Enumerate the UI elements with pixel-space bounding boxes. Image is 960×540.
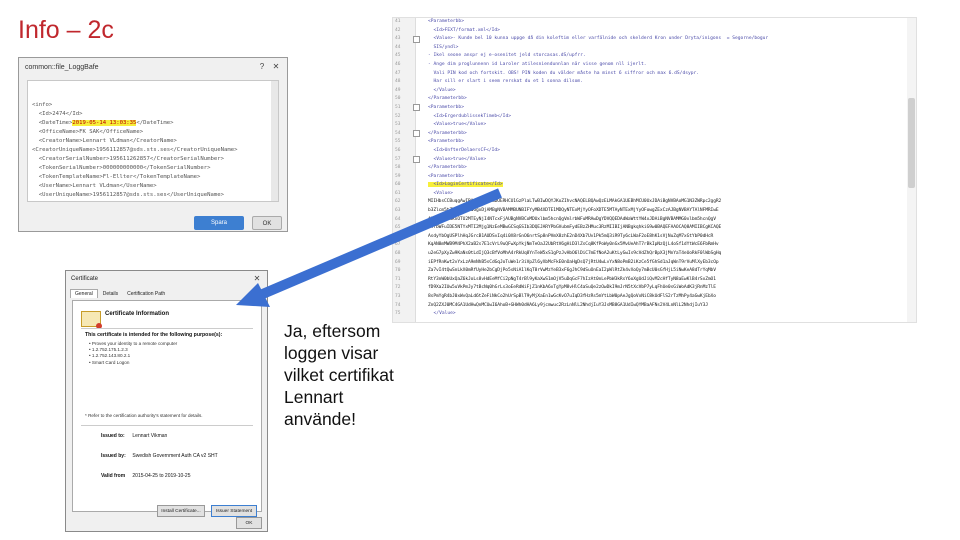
caption-line: Ja, eftersom (284, 321, 381, 341)
slide-caption: Ja, eftersom loggen visar vilket certifi… (284, 320, 394, 430)
pointer-arrow (236, 188, 502, 307)
arrow-shaft (256, 188, 502, 301)
caption-line: använde! (284, 409, 357, 429)
caption-line: vilket certifikat (284, 365, 394, 385)
caption-line: Lennart (284, 387, 344, 407)
caption-line: loggen visar (284, 343, 379, 363)
